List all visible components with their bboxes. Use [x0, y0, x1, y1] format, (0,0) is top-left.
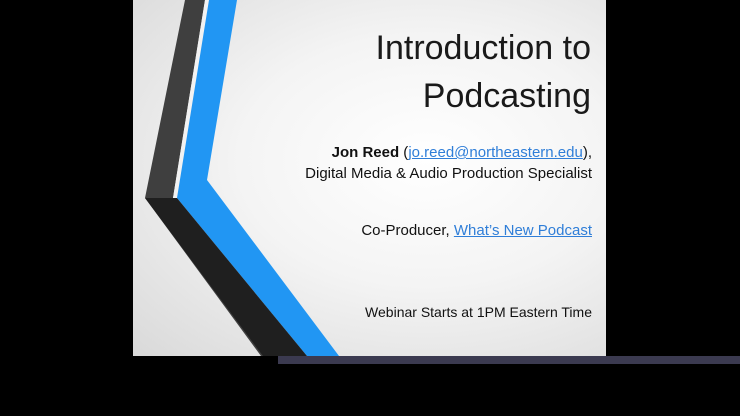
presentation-slide: Introduction to Podcasting Jon Reed (jo.…	[133, 0, 606, 356]
podcast-link[interactable]: What’s New Podcast	[454, 222, 592, 239]
email-link[interactable]: jo.reed@northeastern.edu	[408, 144, 583, 161]
presenter-name: Jon Reed	[331, 144, 400, 161]
coproducer-line: Co-Producer, What’s New Podcast	[361, 221, 592, 241]
presenter-line: Jon Reed (jo.reed@northeastern.edu),	[332, 143, 592, 163]
video-player[interactable]: Introduction to Podcasting Jon Reed (jo.…	[0, 0, 740, 416]
close-paren: ),	[582, 144, 592, 161]
coproducer-label: Co-Producer,	[361, 222, 454, 239]
slide-title: Introduction to Podcasting	[375, 29, 591, 115]
open-paren: (	[399, 144, 409, 161]
presenter-role: Digital Media & Audio Production Special…	[305, 165, 592, 182]
video-progress-bar[interactable]	[278, 356, 740, 364]
webinar-note: Webinar Starts at 1PM Eastern Time	[365, 304, 592, 320]
